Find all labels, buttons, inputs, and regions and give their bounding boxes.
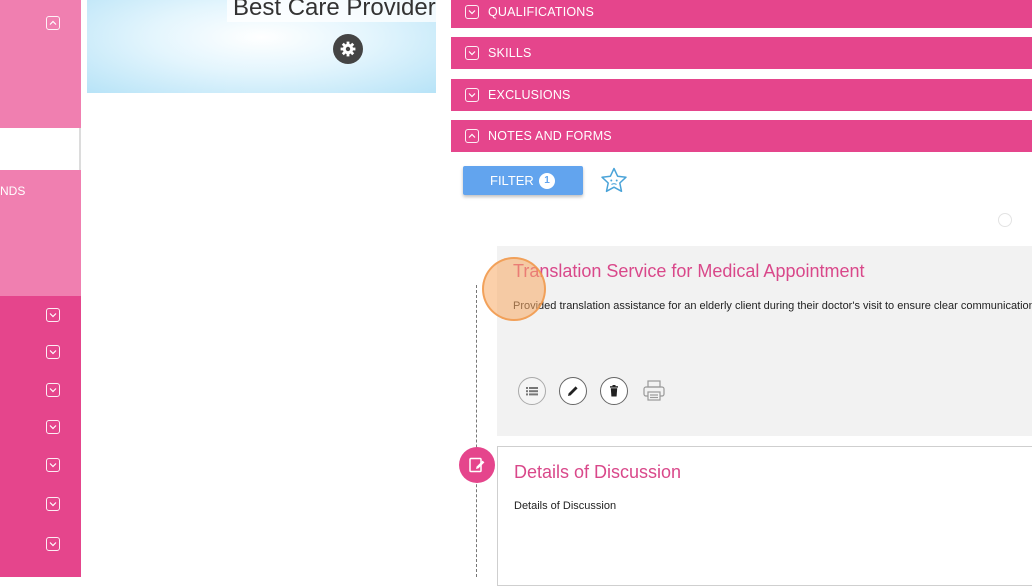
printer-icon[interactable] — [641, 378, 667, 404]
click-indicator — [482, 257, 546, 321]
section-label: NOTES AND FORMS — [488, 129, 612, 143]
section-label: SKILLS — [488, 46, 532, 60]
chevron-down-icon — [465, 88, 479, 102]
filter-label: FILTER — [490, 173, 534, 188]
note-body: Provided translation assistance for an e… — [513, 300, 1032, 312]
section-notes-and-forms[interactable]: NOTES AND FORMS — [451, 120, 1032, 152]
note-edit-icon — [459, 447, 495, 483]
chevron-down-icon[interactable] — [46, 458, 60, 472]
star-favorite-icon[interactable] — [599, 166, 629, 196]
note-card[interactable]: Translation Service for Medical Appointm… — [497, 246, 1032, 436]
chevron-down-icon — [465, 5, 479, 19]
sidebar-panel-middle[interactable]: NDS — [0, 170, 81, 296]
chevron-down-icon[interactable] — [46, 497, 60, 511]
list-icon[interactable] — [518, 377, 546, 405]
sidebar-collapsed-list — [0, 296, 81, 577]
sidebar-spacer — [0, 128, 81, 170]
section-label: EXCLUSIONS — [488, 88, 571, 102]
sidebar-item-label: NDS — [0, 184, 26, 198]
settings-gear-icon[interactable] — [333, 34, 363, 64]
loading-indicator — [998, 213, 1012, 227]
chevron-down-icon[interactable] — [46, 308, 60, 322]
edit-pencil-icon[interactable] — [559, 377, 587, 405]
provider-name: Best Care Provider — [227, 0, 442, 22]
provider-banner: Best Care Provider — [87, 0, 442, 93]
section-exclusions[interactable]: EXCLUSIONS — [451, 79, 1032, 111]
timeline-line — [476, 285, 477, 577]
sidebar-panel-top — [0, 0, 81, 128]
chevron-up-icon — [465, 129, 479, 143]
chevron-down-icon[interactable] — [46, 345, 60, 359]
section-qualifications[interactable]: QUALIFICATIONS — [451, 0, 1032, 28]
trash-icon[interactable] — [600, 377, 628, 405]
chevron-down-icon[interactable] — [46, 420, 60, 434]
chevron-down-icon — [465, 46, 479, 60]
chevron-down-icon[interactable] — [46, 383, 60, 397]
note-body: Details of Discussion — [514, 500, 617, 512]
section-skills[interactable]: SKILLS — [451, 37, 1032, 69]
filter-button[interactable]: FILTER 1 — [463, 166, 583, 195]
filter-count-badge: 1 — [539, 173, 555, 189]
section-label: QUALIFICATIONS — [488, 5, 595, 19]
note-title[interactable]: Details of Discussion — [514, 462, 681, 483]
chevron-up-icon[interactable] — [46, 16, 60, 30]
note-title[interactable]: Translation Service for Medical Appointm… — [513, 261, 865, 282]
note-card[interactable]: Details of Discussion Details of Discuss… — [497, 446, 1032, 586]
chevron-down-icon[interactable] — [46, 537, 60, 551]
